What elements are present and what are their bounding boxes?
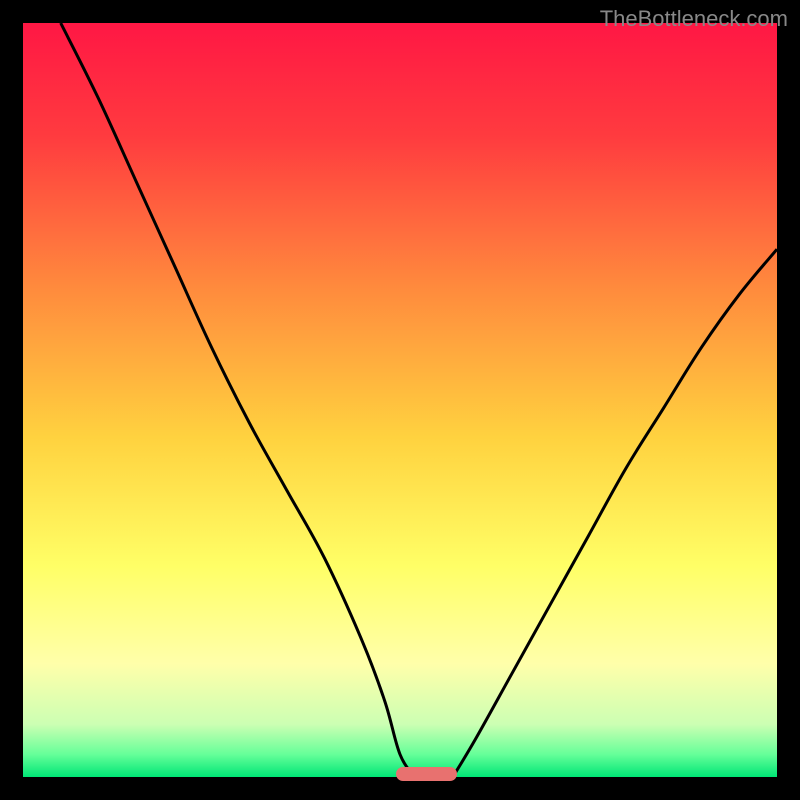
bottleneck-curve-right <box>453 249 777 777</box>
optimal-range-marker <box>396 767 457 781</box>
plot-area <box>23 23 777 777</box>
watermark-text: TheBottleneck.com <box>600 6 788 32</box>
bottleneck-curve-left <box>61 23 415 777</box>
curve-overlay <box>23 23 777 777</box>
chart-container: TheBottleneck.com <box>0 0 800 800</box>
